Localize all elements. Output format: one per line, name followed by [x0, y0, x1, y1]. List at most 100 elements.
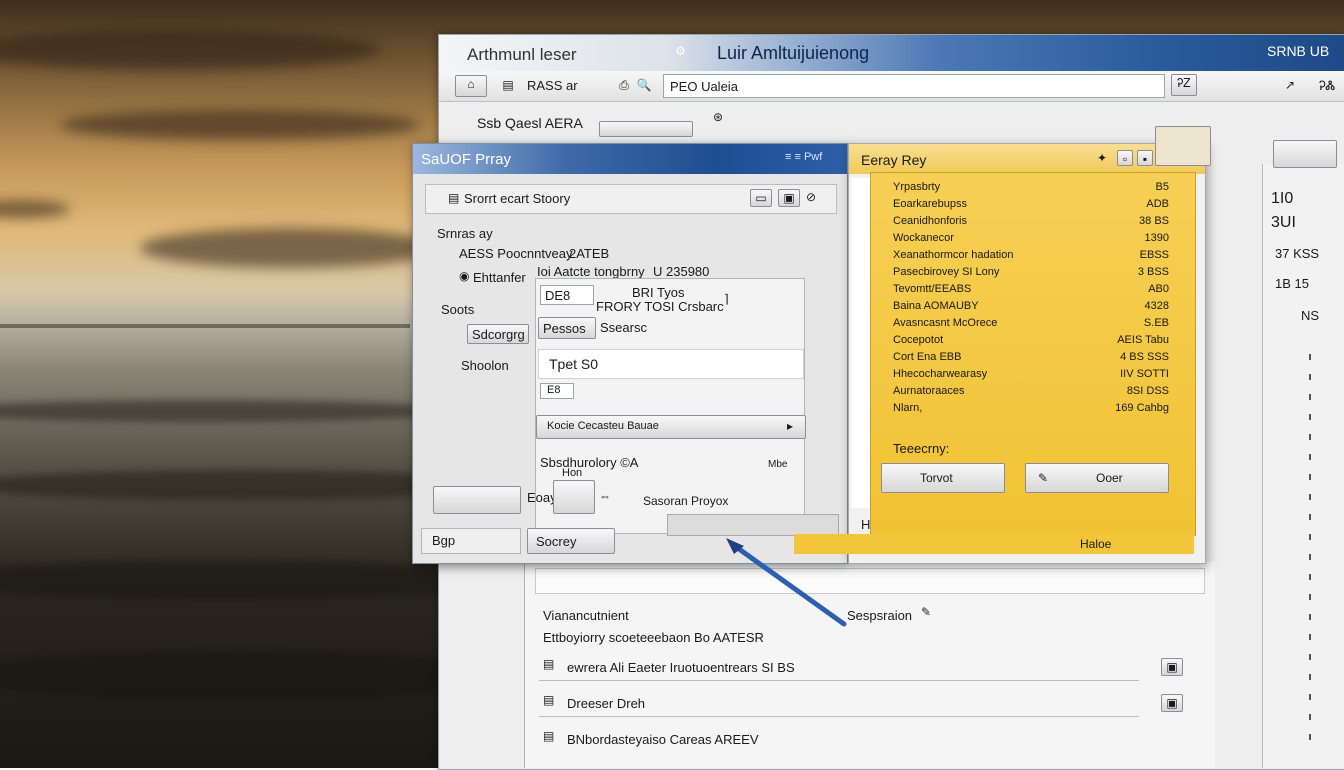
- document-icon: ▤: [543, 729, 555, 743]
- row-1-label: AESS Poocnntveay: [459, 246, 573, 261]
- footer-icons: Bgp: [432, 533, 456, 548]
- property-value: AB0: [1148, 283, 1169, 295]
- app-logo-icon: ⚙: [675, 44, 686, 58]
- sub-button[interactable]: [599, 121, 693, 137]
- combo-a-mid: BRI Tyos: [632, 285, 685, 300]
- property-label: Ceanidhonforis: [893, 215, 967, 227]
- view-detail-icon[interactable]: ▣: [778, 189, 800, 207]
- row-2-label: Ehttanfer: [473, 270, 526, 285]
- property-row[interactable]: Pasecbirovey SI Lony 3 BSS: [891, 266, 1181, 282]
- property-value: ADB: [1146, 198, 1169, 210]
- row-action-icon[interactable]: ▣: [1161, 658, 1183, 676]
- property-value: 8SI DSS: [1126, 385, 1169, 397]
- text-input[interactable]: Tpet S0: [538, 349, 804, 379]
- right-column-line: 3UI: [1271, 214, 1296, 231]
- yellow-button-1[interactable]: Torvot: [881, 463, 1005, 493]
- right-column-line: 1I0: [1271, 190, 1294, 207]
- settings-icon[interactable]: ⊛: [713, 109, 723, 125]
- toolbar-grid-icon[interactable]: ▤: [497, 77, 519, 93]
- small-box[interactable]: E8: [540, 383, 574, 399]
- property-value: 38 BS: [1139, 215, 1169, 227]
- expand-icon[interactable]: ↗: [1285, 77, 1295, 93]
- property-row[interactable]: Xeanathormcor hadation EBSS: [891, 249, 1181, 265]
- address-bar[interactable]: PEO Ualeia: [663, 74, 1165, 98]
- dropdown-text: Kocie Cecasteu Bauae: [547, 420, 659, 432]
- combo-a[interactable]: DE8: [540, 285, 594, 305]
- right-scroll-column[interactable]: 1I0 3UI 37 KSS 1B 15 NS: [1262, 140, 1344, 768]
- minimize-icon[interactable]: ▫: [1117, 150, 1133, 166]
- bracket-icon: ⌉: [724, 292, 729, 306]
- dialog-heading-2: Soots: [441, 302, 475, 317]
- property-label: Tevomtt/EEABS: [893, 283, 972, 295]
- lower-row[interactable]: ▤ ewrera Ali Eaeter Iruotuoentrears SI B…: [539, 654, 1139, 681]
- yellow-button-2[interactable]: ✎ Ooer: [1025, 463, 1169, 493]
- property-row[interactable]: Aurnatoraaces 8SI DSS: [891, 385, 1181, 401]
- property-row[interactable]: Cort Ena EBB 4 BS SSS: [891, 351, 1181, 367]
- dropdown[interactable]: Kocie Cecasteu Bauae ▸: [536, 415, 806, 439]
- property-value: AEIS Tabu: [1117, 334, 1169, 346]
- property-row[interactable]: Avasncasnt McOrece S.EB: [891, 317, 1181, 333]
- document-icon: ▤: [543, 657, 555, 671]
- dialog-titlebar[interactable]: SaUOF Prray ≡ ≡ Pwf: [413, 144, 847, 174]
- text-input-value: Tpet S0: [549, 356, 599, 372]
- link-icon[interactable]: ⊘: [806, 189, 816, 205]
- property-row[interactable]: Hhecocharwearasy IIV SOTTI: [891, 368, 1181, 384]
- dialog-title: SaUOF Prray: [421, 151, 512, 168]
- row-action-icon[interactable]: ▣: [1161, 694, 1183, 712]
- property-row[interactable]: Baina AOMAUBY 4328: [891, 300, 1181, 316]
- dialog-title-right: ≡ ≡ Pwf: [785, 151, 823, 163]
- horizon-line: [0, 324, 410, 328]
- property-row[interactable]: Cocepotot AEIS Tabu: [891, 334, 1181, 350]
- yellow-panel-tab[interactable]: [1155, 126, 1211, 166]
- label-scorgrg: Sdcorgrg: [472, 327, 525, 342]
- footer-icon-group[interactable]: Bgp: [421, 528, 521, 554]
- right-column-line: 1B 15: [1275, 276, 1309, 291]
- lower-subline: Ettboyiorry scoeteeebaon Bo AATESR: [543, 630, 764, 645]
- pessos-button[interactable]: Pessos: [538, 317, 596, 339]
- property-value: B5: [1155, 181, 1169, 193]
- property-value: 1390: [1144, 232, 1169, 244]
- label-scorgrg-box[interactable]: Sdcorgrg: [467, 324, 529, 344]
- radio-icon[interactable]: ◉: [459, 268, 469, 284]
- right-column-tab[interactable]: [1273, 140, 1337, 168]
- view-list-icon[interactable]: ▭: [750, 189, 772, 207]
- property-row[interactable]: Wockanecor 1390: [891, 232, 1181, 248]
- toolbar-right-label: ᎮᏜ: [1319, 78, 1336, 93]
- property-value: IIV SOTTI: [1120, 368, 1169, 380]
- pen-pointer-icon: [726, 538, 847, 627]
- property-label: Baina AOMAUBY: [893, 300, 979, 312]
- left-action-button[interactable]: [433, 486, 521, 514]
- tool-icon[interactable]: ✦: [1097, 150, 1107, 166]
- main-window-titlebar: Arthmunl leser ⚙ Luir Amltuijuienong SRN…: [439, 35, 1344, 71]
- address-go-button[interactable]: ᎮᏃ: [1171, 74, 1197, 96]
- home-icon[interactable]: ⌂: [455, 75, 487, 97]
- footer-button-label: Socrey: [536, 534, 577, 549]
- property-row[interactable]: Yrpasbrty B5: [891, 181, 1181, 197]
- property-label: Xeanathormcor hadation: [893, 249, 1014, 261]
- property-value: S.EB: [1143, 317, 1169, 329]
- property-label: Cocepotot: [893, 334, 944, 346]
- lower-row[interactable]: ▤ BNbordasteyaiso Careas AREEV: [539, 726, 1139, 752]
- section-icon: ▤: [448, 191, 460, 205]
- property-row[interactable]: Eoarkarebupss ADB: [891, 198, 1181, 214]
- yellow-panel-title: Eeray Rey: [861, 152, 927, 168]
- yellow-panel-titlebar[interactable]: Eeray Rey ✦ ▫ ▪: [849, 144, 1205, 174]
- property-row[interactable]: Nlarn, 169 Cahbg: [891, 402, 1181, 418]
- lower-row[interactable]: ▤ Dreeser Dreh: [539, 690, 1139, 717]
- property-value: 4328: [1144, 300, 1169, 312]
- toolbar-label: RASS ar: [527, 78, 578, 93]
- property-row[interactable]: Ceanidhonforis 38 BS: [891, 215, 1181, 231]
- property-label: Yrpasbrty: [893, 181, 941, 193]
- property-row[interactable]: Tevomtt/EEABS AB0: [891, 283, 1181, 299]
- footer-button[interactable]: Socrey: [527, 528, 615, 554]
- print-icon[interactable]: ⎙: [615, 77, 633, 93]
- step-button[interactable]: [553, 480, 595, 514]
- search-icon[interactable]: 🔍: [635, 77, 653, 93]
- close-icon[interactable]: ▪: [1137, 150, 1153, 166]
- property-value: 169 Cahbg: [1115, 402, 1169, 414]
- slider-icon[interactable]: ⇔: [599, 488, 611, 504]
- property-label: Cort Ena EBB: [893, 351, 962, 363]
- pessos-button-label: Pessos: [543, 321, 586, 336]
- dialog-section-label: Srorrt ecart Stoory: [464, 191, 571, 206]
- pencil-icon[interactable]: ✎: [921, 604, 931, 620]
